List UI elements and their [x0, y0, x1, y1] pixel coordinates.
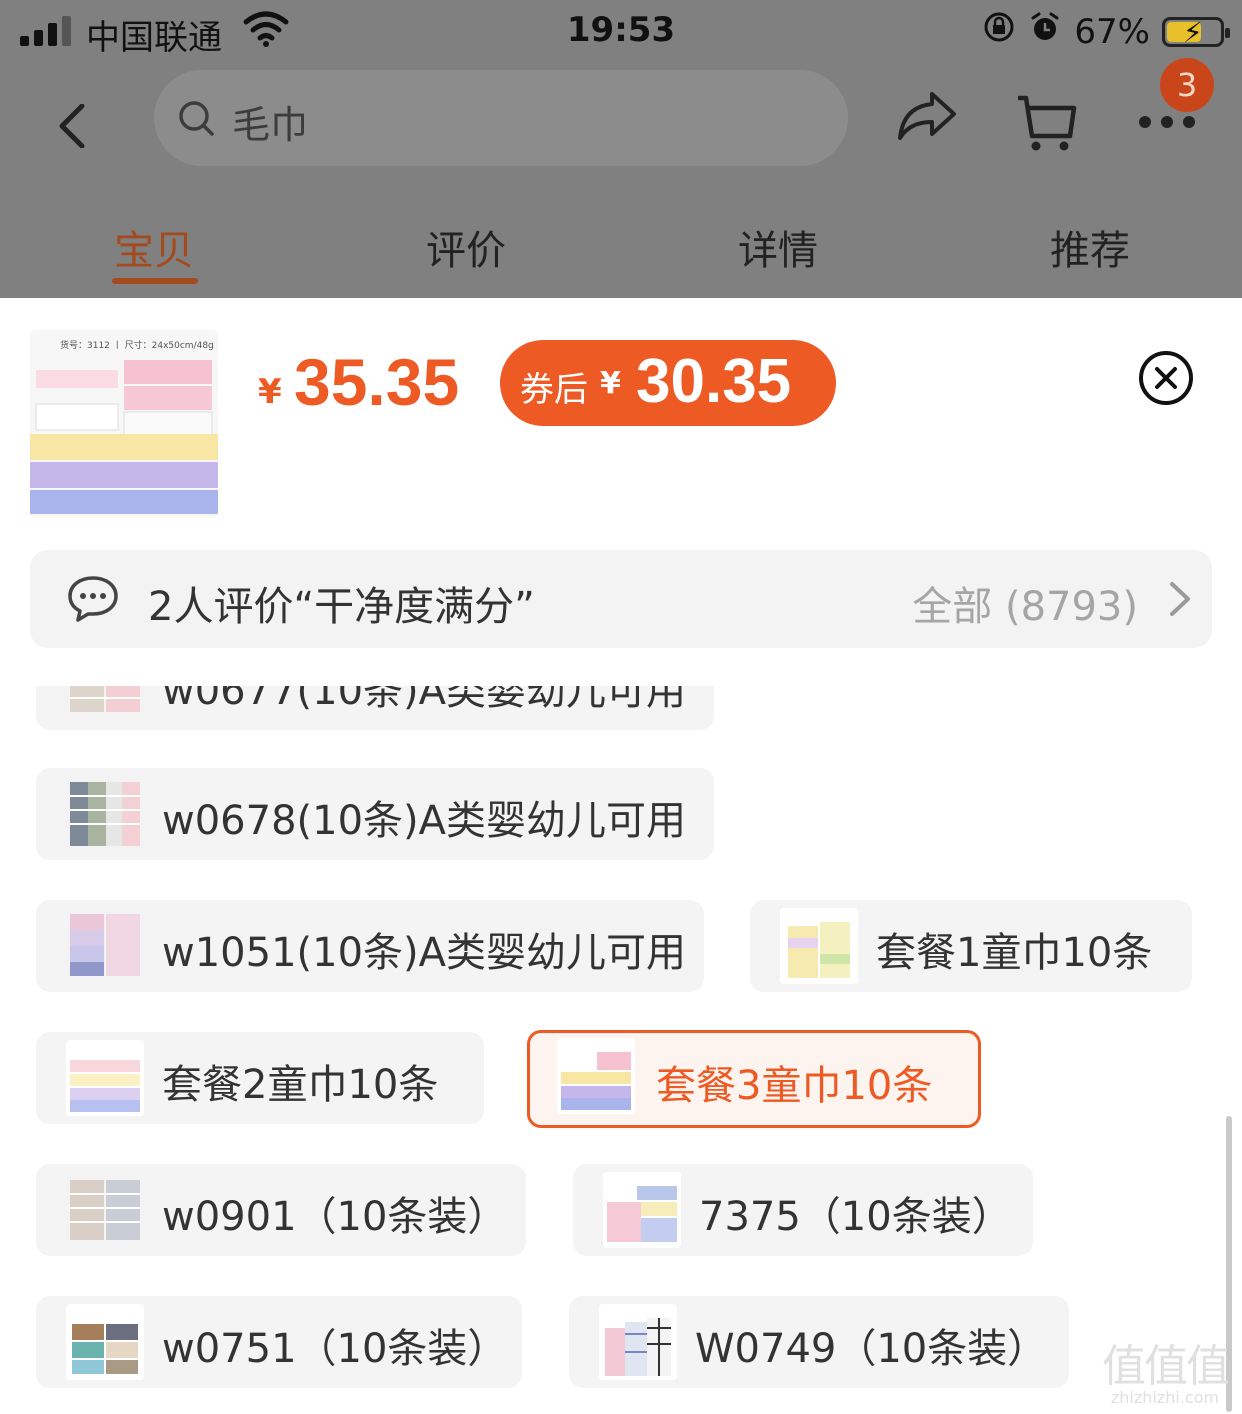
sku-option[interactable]: w0678(10条)A类婴幼儿可用: [36, 768, 714, 860]
sku-option[interactable]: W0749（10条装）: [569, 1296, 1069, 1388]
review-highlight: 2人评价“干净度满分”: [148, 584, 535, 630]
sku-option-image: [66, 686, 144, 722]
sku-option-label: w0901（10条装）: [162, 1194, 508, 1240]
sku-option-image: [780, 908, 858, 984]
sku-option-label: w0677(10条)A类婴幼儿可用: [162, 686, 686, 714]
sku-sheet: 货号：3112 丨 尺寸：24x50cm/48g ¥ 35.35 券后 ¥ 30…: [0, 298, 1242, 1414]
search-input[interactable]: 毛巾: [232, 94, 308, 149]
orientation-lock-icon: [982, 10, 1016, 53]
status-right: 67% ⚡: [982, 10, 1230, 53]
tab-active-indicator: [112, 278, 198, 284]
cart-button[interactable]: [1014, 92, 1078, 158]
sku-option-selected[interactable]: 套餐3童巾10条: [527, 1030, 981, 1128]
tab-reviews[interactable]: 评价: [426, 218, 506, 276]
sku-option[interactable]: w0677(10条)A类婴幼儿可用: [36, 686, 714, 730]
watermark: 值值值 zhizhizhi.com: [1092, 1330, 1238, 1407]
price: 35.35: [294, 345, 460, 419]
coupon-price: 30.35: [636, 347, 792, 416]
chevron-left-icon: [59, 103, 85, 149]
sku-option[interactable]: 7375（10条装）: [573, 1164, 1033, 1256]
review-all-count[interactable]: 全部 (8793): [912, 574, 1138, 632]
product-image[interactable]: 货号：3112 丨 尺寸：24x50cm/48g: [30, 330, 218, 518]
back-button[interactable]: [56, 98, 86, 158]
sku-option-list: w0677(10条)A类婴幼儿可用 w0678(10条)A类婴幼儿可用 w105…: [0, 686, 1242, 1414]
chevron-right-icon: [1168, 580, 1192, 622]
sku-option-image: [557, 1038, 635, 1114]
battery-percent: 67%: [1074, 11, 1150, 52]
sku-option[interactable]: w1051(10条)A类婴幼儿可用: [36, 900, 704, 992]
sku-option-image: [599, 1304, 677, 1380]
sku-option[interactable]: w0901（10条装）: [36, 1164, 526, 1256]
sku-option-label: w0751（10条装）: [162, 1326, 508, 1372]
sku-option-image: [66, 1172, 144, 1248]
sku-option-label: 套餐2童巾10条: [162, 1062, 439, 1108]
status-bar: 中国联通 19:53 67% ⚡: [0, 0, 1242, 64]
sku-option-image: [66, 1040, 144, 1116]
cart-count-badge: 3: [1160, 58, 1214, 112]
sku-option[interactable]: 套餐2童巾10条: [36, 1032, 484, 1124]
sku-option-image: [66, 908, 144, 984]
search-icon: [178, 100, 216, 142]
review-summary-bar[interactable]: 2人评价“干净度满分” 全部 (8793): [30, 550, 1212, 648]
more-icon: [1139, 116, 1195, 128]
sku-option-label: 套餐1童巾10条: [876, 930, 1153, 976]
watermark-logo: 值值值: [1102, 1341, 1230, 1392]
battery-icon: ⚡: [1162, 15, 1230, 49]
coupon-currency: ¥: [600, 366, 621, 401]
share-button[interactable]: [896, 88, 958, 148]
sku-option-label: 7375（10条装）: [699, 1194, 1012, 1240]
search-bar[interactable]: 毛巾: [154, 70, 848, 166]
sku-option[interactable]: 套餐1童巾10条: [750, 900, 1192, 992]
nav-bar: 毛巾: [0, 66, 1242, 176]
cart-icon: [1018, 95, 1077, 151]
product-image-caption: 货号：3112 丨 尺寸：24x50cm/48g: [60, 341, 214, 351]
close-icon: [1139, 351, 1193, 405]
alarm-icon: [1028, 10, 1062, 53]
comment-icon: [66, 574, 120, 628]
sku-option-image: [603, 1172, 681, 1248]
watermark-url: zhizhizhi.com: [1110, 1388, 1220, 1407]
sku-option[interactable]: w0751（10条装）: [36, 1296, 522, 1388]
coupon-label: 券后: [520, 370, 588, 410]
tab-bar: 宝贝 评价 详情 推荐: [0, 200, 1242, 296]
page-header-overlay: 中国联通 19:53 67% ⚡ 毛巾 3 宝贝 评价 详情 推荐: [0, 0, 1242, 298]
sku-option-image: [66, 1304, 144, 1380]
sku-option-image: [66, 776, 144, 852]
sku-option-label: w0678(10条)A类婴幼儿可用: [162, 798, 686, 844]
more-button[interactable]: [1138, 114, 1196, 134]
share-icon: [898, 92, 956, 140]
sku-option-label: w1051(10条)A类婴幼儿可用: [162, 930, 686, 976]
price-currency: ¥: [258, 372, 282, 412]
charging-icon: ⚡: [1183, 15, 1203, 49]
close-button[interactable]: [1138, 350, 1194, 410]
tab-recommend[interactable]: 推荐: [1050, 218, 1130, 276]
coupon-price-badge: 券后 ¥ 30.35: [500, 340, 836, 426]
tab-item[interactable]: 宝贝: [114, 218, 194, 276]
sku-option-label: 套餐3童巾10条: [656, 1063, 933, 1109]
sku-option-label: W0749（10条装）: [695, 1326, 1048, 1372]
tab-details[interactable]: 详情: [738, 218, 818, 276]
